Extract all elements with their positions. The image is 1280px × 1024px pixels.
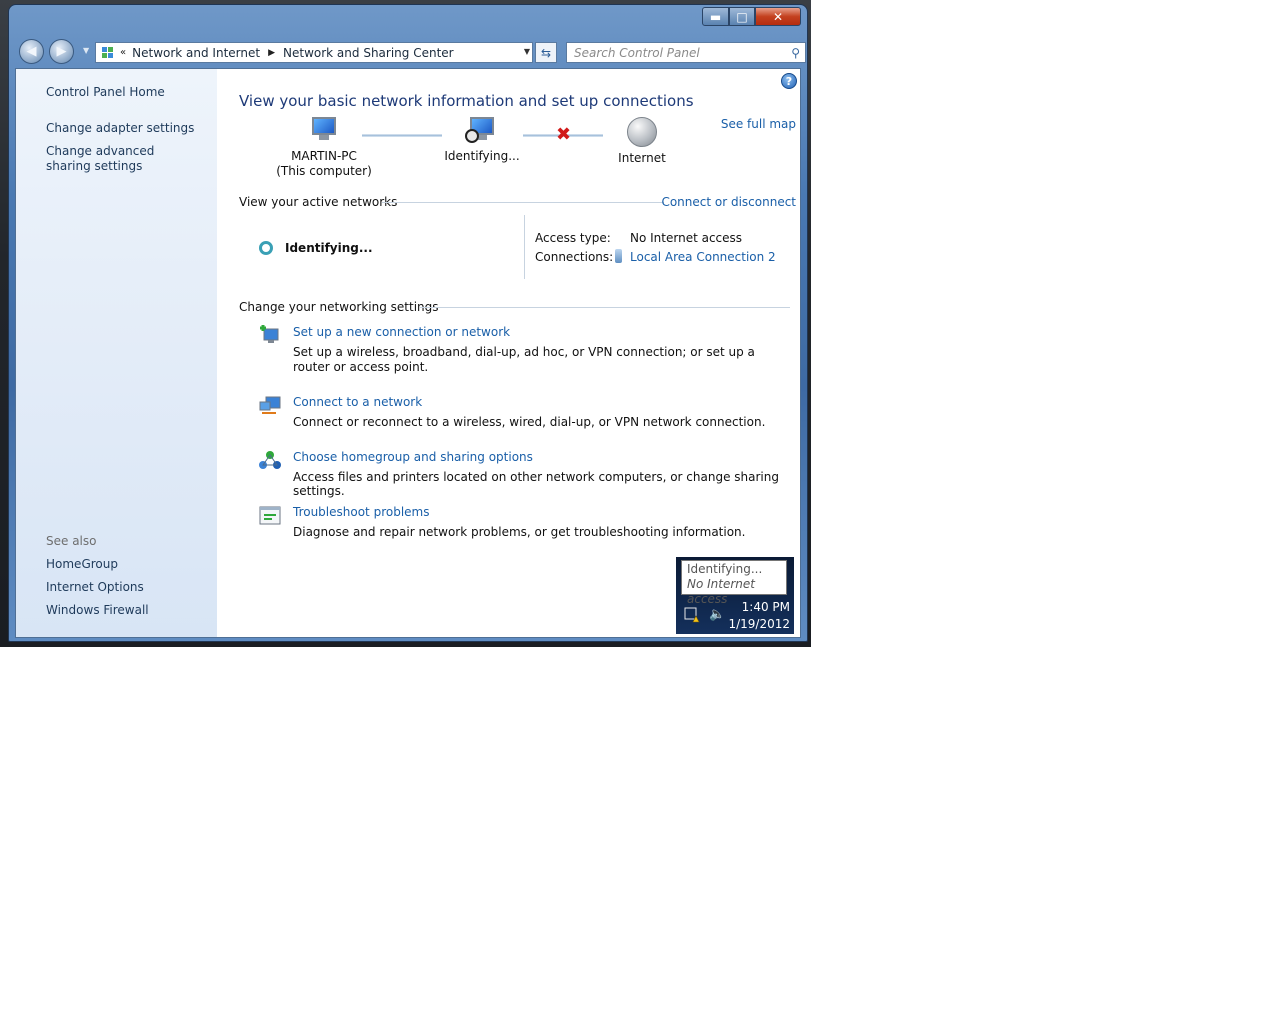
homegroup-sharing-desc: Access files and printers located on oth… bbox=[293, 470, 779, 498]
identifying-network-icon bbox=[465, 117, 497, 143]
map-node-internet: Internet bbox=[612, 117, 672, 166]
volume-icon[interactable]: 🔈 bbox=[709, 607, 725, 622]
troubleshoot-icon bbox=[258, 504, 282, 528]
breadcrumb-separator-icon[interactable]: ▶ bbox=[268, 48, 275, 58]
network-warning-icon[interactable] bbox=[684, 607, 700, 623]
system-tray: Identifying... No Internet access 🔈 1:40… bbox=[676, 557, 794, 634]
troubleshoot-link[interactable]: Troubleshoot problems bbox=[293, 505, 429, 519]
connections-label: Connections: bbox=[535, 250, 614, 264]
troubleshoot-desc: Diagnose and repair network problems, or… bbox=[293, 525, 746, 539]
setup-new-connection-link[interactable]: Set up a new connection or network bbox=[293, 325, 510, 339]
setup-new-connection-desc: Set up a wireless, broadband, dial-up, a… bbox=[293, 345, 755, 374]
sidebar: Control Panel Home Change adapter settin… bbox=[16, 69, 217, 637]
connect-to-network-link[interactable]: Connect to a network bbox=[293, 395, 422, 409]
breadcrumb-network-and-sharing-center[interactable]: Network and Sharing Center bbox=[283, 46, 454, 60]
connect-or-disconnect-link[interactable]: Connect or disconnect bbox=[661, 195, 796, 209]
computer-name: MARTIN-PC bbox=[291, 149, 357, 163]
navigation-bar: ◀ ▶ ▼ « Network and Internet ▶ Network a… bbox=[17, 39, 806, 65]
search-icon[interactable]: ⚲ bbox=[791, 46, 800, 60]
active-network-name: Identifying... bbox=[285, 241, 373, 255]
map-connection-line bbox=[362, 134, 442, 137]
homegroup-icon bbox=[258, 449, 282, 473]
page-title: View your basic network information and … bbox=[239, 92, 694, 110]
access-type-label: Access type: bbox=[535, 231, 611, 245]
close-button[interactable]: ✕ bbox=[755, 7, 801, 26]
computer-subtitle: (This computer) bbox=[276, 164, 372, 178]
main-panel: ? View your basic network information an… bbox=[217, 69, 800, 637]
new-connection-icon bbox=[258, 323, 282, 347]
sidebar-item-windows-firewall[interactable]: Windows Firewall bbox=[46, 603, 149, 618]
help-icon[interactable]: ? bbox=[781, 73, 797, 89]
local-area-connection-link[interactable]: Local Area Connection 2 bbox=[630, 250, 776, 264]
address-dropdown-icon[interactable]: ▼ bbox=[524, 47, 530, 56]
active-networks-heading: View your active networks bbox=[239, 195, 398, 209]
breadcrumb-network-and-internet[interactable]: Network and Internet bbox=[132, 46, 260, 60]
connect-to-network-desc: Connect or reconnect to a wireless, wire… bbox=[293, 415, 766, 429]
computer-icon bbox=[309, 117, 339, 143]
sidebar-item-control-panel-home[interactable]: Control Panel Home bbox=[46, 85, 165, 100]
search-placeholder: Search Control Panel bbox=[574, 45, 700, 60]
change-settings-heading: Change your networking settings bbox=[239, 300, 439, 314]
sidebar-item-change-advanced-sharing-settings[interactable]: Change advanced sharing settings bbox=[46, 144, 196, 174]
internet-label: Internet bbox=[618, 151, 666, 165]
access-type-value: No Internet access bbox=[630, 231, 743, 245]
address-bar[interactable]: « Network and Internet ▶ Network and Sha… bbox=[95, 42, 533, 63]
divider bbox=[382, 202, 664, 203]
breadcrumb-overflow-icon[interactable]: « bbox=[120, 47, 126, 58]
history-dropdown-icon[interactable]: ▼ bbox=[83, 46, 89, 55]
forward-button[interactable]: ▶ bbox=[49, 39, 74, 64]
map-node-computer: MARTIN-PC (This computer) bbox=[269, 117, 379, 179]
content-area: Control Panel Home Change adapter settin… bbox=[15, 68, 801, 638]
broken-connection-icon: ✖ bbox=[556, 124, 572, 145]
busy-spinner-icon bbox=[259, 241, 273, 255]
search-input[interactable]: Search Control Panel ⚲ bbox=[566, 42, 806, 63]
clock-date: 1/19/2012 bbox=[728, 617, 790, 631]
control-panel-window: ▬ □ ✕ ◀ ▶ ▼ « Network and Internet ▶ Net… bbox=[8, 4, 808, 642]
divider bbox=[420, 307, 790, 308]
refresh-button[interactable]: ⇆ bbox=[535, 42, 557, 63]
network-tooltip: Identifying... No Internet access bbox=[681, 560, 787, 606]
tooltip-status: Identifying... bbox=[687, 562, 763, 576]
control-panel-icon bbox=[100, 46, 114, 60]
ethernet-icon bbox=[615, 249, 622, 263]
window-controls: ▬ □ ✕ bbox=[702, 7, 801, 26]
see-also-heading: See also bbox=[46, 534, 97, 548]
back-button[interactable]: ◀ bbox=[19, 39, 44, 64]
map-node-network: Identifying... bbox=[437, 117, 527, 164]
clock[interactable]: 1:40 PM 1/19/2012 bbox=[728, 599, 790, 633]
sidebar-item-internet-options[interactable]: Internet Options bbox=[46, 580, 144, 595]
homegroup-sharing-link[interactable]: Choose homegroup and sharing options bbox=[293, 450, 533, 464]
connect-network-icon bbox=[258, 393, 282, 417]
see-full-map-link[interactable]: See full map bbox=[721, 117, 796, 131]
network-identifying-label: Identifying... bbox=[444, 149, 520, 163]
vertical-divider bbox=[524, 215, 525, 279]
minimize-button[interactable]: ▬ bbox=[702, 7, 729, 26]
sidebar-item-change-adapter-settings[interactable]: Change adapter settings bbox=[46, 121, 194, 136]
maximize-button[interactable]: □ bbox=[729, 7, 755, 26]
globe-icon bbox=[627, 117, 657, 147]
sidebar-item-homegroup[interactable]: HomeGroup bbox=[46, 557, 118, 572]
clock-time: 1:40 PM bbox=[741, 600, 790, 614]
